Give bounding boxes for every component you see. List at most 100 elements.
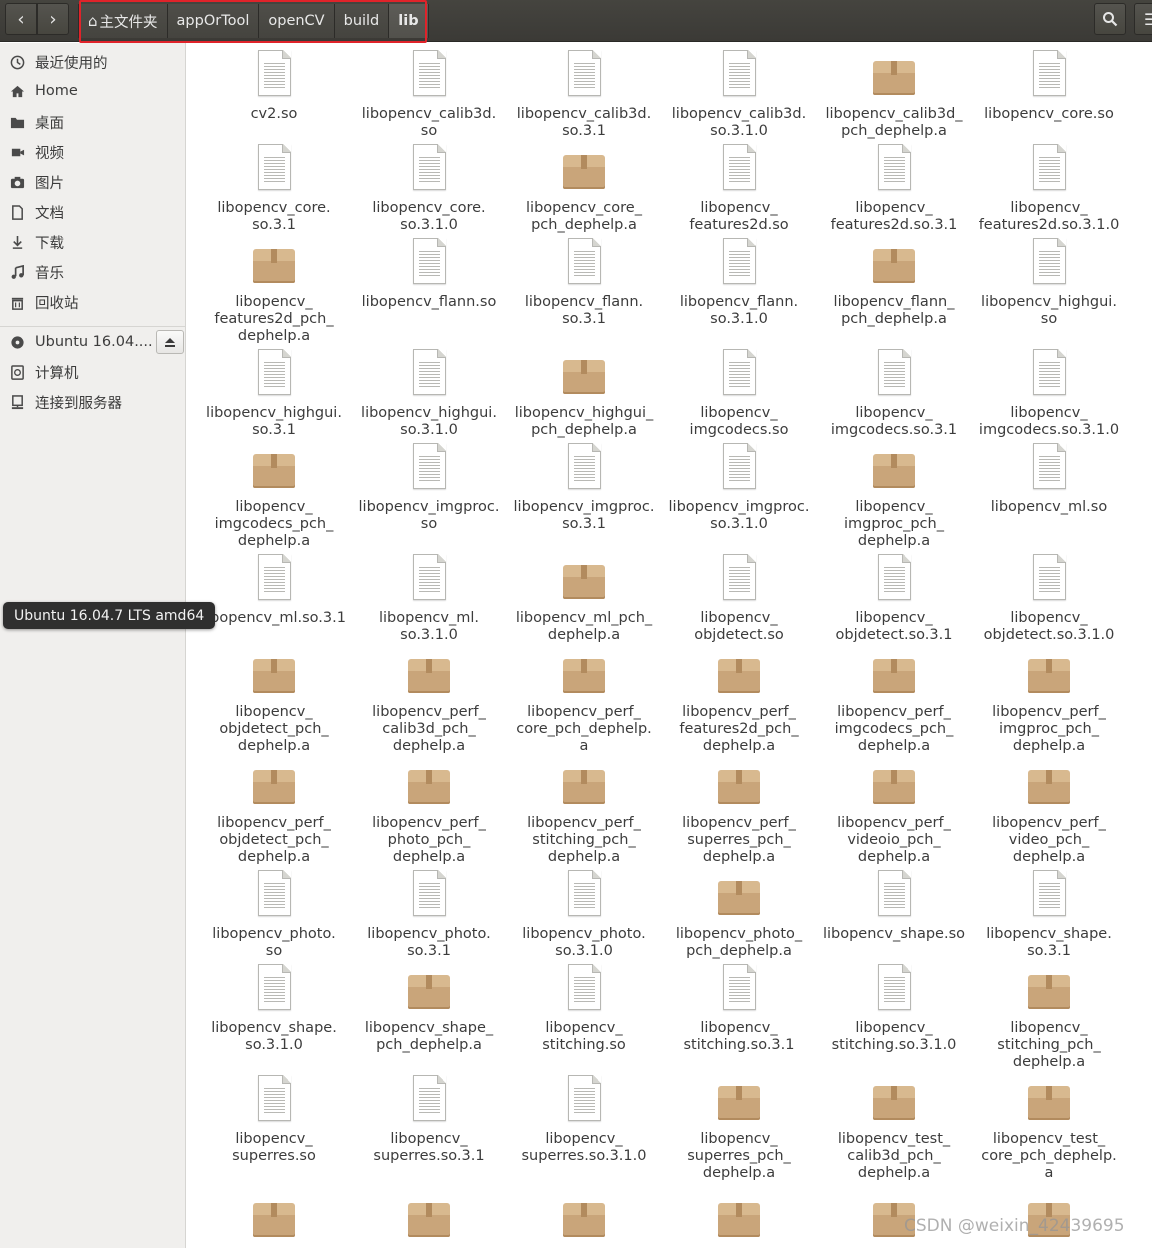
sidebar-item-home[interactable]: Home (0, 76, 185, 106)
file-name: libopencv_ imgcodecs.so (689, 405, 789, 438)
forward-button[interactable]: › (37, 3, 69, 35)
file-name: libopencv_test_ core_pch_dephelp. a (981, 1131, 1117, 1181)
breadcrumb-label: 主文件夹 (99, 14, 158, 31)
text-document-icon (717, 237, 761, 287)
file-name: libopencv_perf_ photo_pch_ dephelp.a (372, 815, 486, 865)
archive-package-icon (562, 1191, 606, 1241)
file-name: libopencv_ml.so.3.1 (202, 610, 346, 626)
sidebar-item-pictures[interactable]: 图片 (0, 167, 185, 197)
sidebar: 最近使用的 Home 桌面 视频 图片 文档 下载 音乐 回收站 Ubuntu … (0, 43, 186, 1248)
text-document-icon (407, 553, 451, 603)
file-name: libopencv_ superres.so.3.1.0 (521, 1131, 647, 1164)
file-name: libopencv_perf_ features2d_pch_ dephelp.… (679, 704, 799, 754)
text-document-icon (1027, 237, 1071, 287)
file-name: cv2.so (250, 106, 298, 122)
back-button[interactable]: ‹ (5, 3, 37, 35)
file-name: libopencv_core_ pch_dephelp.a (526, 200, 642, 233)
archive-package-icon (1027, 963, 1071, 1013)
archive-package-icon (717, 758, 761, 808)
archive-package-icon (717, 647, 761, 697)
recent-icon (9, 54, 25, 70)
sidebar-item-desktop[interactable]: 桌面 (0, 107, 185, 137)
file-name: libopencv_flann. so.3.1 (524, 294, 644, 327)
text-document-icon (562, 869, 606, 919)
eject-button[interactable] (156, 330, 184, 354)
file-name: libopencv_calib3d. so (361, 106, 497, 139)
sidebar-item-recent[interactable]: 最近使用的 (0, 47, 185, 77)
sidebar-item-label: 视频 (35, 145, 64, 162)
file-name: libopencv_perf_ superres_pch_ dephelp.a (682, 815, 796, 865)
archive-package-icon (252, 647, 296, 697)
text-document-icon (717, 143, 761, 193)
text-document-icon (562, 237, 606, 287)
text-document-icon (562, 442, 606, 492)
file-name: libopencv_core.so (984, 106, 1114, 122)
tooltip: Ubuntu 16.04.7 LTS amd64 (3, 602, 216, 629)
file-name: libopencv_ imgcodecs.so.3.1.0 (978, 405, 1120, 438)
sidebar-item-label: 最近使用的 (35, 55, 108, 72)
file-name: libopencv_shape. so.3.1 (986, 926, 1112, 959)
text-document-icon (562, 1074, 606, 1124)
archive-package-icon (717, 1074, 761, 1124)
desktop-folder-icon (9, 114, 25, 130)
file-name: libopencv_core. so.3.1.0 (372, 200, 486, 233)
archive-package-icon (407, 1191, 451, 1241)
breadcrumb-build[interactable]: build (334, 4, 390, 38)
sidebar-item-label: 图片 (35, 175, 64, 192)
sidebar-item-videos[interactable]: 视频 (0, 137, 185, 167)
text-document-icon (562, 963, 606, 1013)
file-name: libopencv_flann_ pch_dephelp.a (833, 294, 955, 327)
file-name: libopencv_ml_pch_ dephelp.a (515, 610, 653, 643)
file-name: libopencv_shape.so (822, 926, 966, 942)
file-name: libopencv_test_ calib3d_pch_ dephelp.a (837, 1131, 951, 1181)
archive-package-icon (562, 143, 606, 193)
text-document-icon (1027, 869, 1071, 919)
sidebar-item-label: 桌面 (35, 115, 64, 132)
text-document-icon (407, 1074, 451, 1124)
breadcrumb-opencv[interactable]: openCV (259, 4, 335, 38)
sidebar-item-connect-server[interactable]: 连接到服务器 (0, 387, 185, 417)
view-menu-button[interactable]: ☰ (1134, 3, 1152, 35)
file-name: libopencv_ stitching.so.3.1.0 (831, 1020, 957, 1053)
sidebar-item-label: Ubuntu 16.04.... (35, 334, 153, 350)
sidebar-item-label: 计算机 (35, 365, 79, 382)
breadcrumb-home[interactable]: ⌂ 主文件夹 (78, 4, 168, 38)
sidebar-item-documents[interactable]: 文档 (0, 197, 185, 227)
text-document-icon (1027, 49, 1071, 99)
file-name: libopencv_ stitching.so (542, 1020, 626, 1053)
archive-package-icon (252, 237, 296, 287)
file-name: libopencv_ imgcodecs.so.3.1 (830, 405, 958, 438)
text-document-icon (717, 49, 761, 99)
sidebar-item-music[interactable]: 音乐 (0, 257, 185, 287)
sidebar-item-trash[interactable]: 回收站 (0, 287, 185, 317)
music-icon (9, 264, 25, 280)
sidebar-item-downloads[interactable]: 下载 (0, 227, 185, 257)
file-name: libopencv_perf_ calib3d_pch_ dephelp.a (372, 704, 486, 754)
breadcrumb-apportool[interactable]: appOrTool (167, 4, 260, 38)
sidebar-item-computer[interactable]: 计算机 (0, 357, 185, 387)
text-document-icon (407, 237, 451, 287)
text-document-icon (407, 143, 451, 193)
archive-package-icon (717, 1191, 761, 1241)
text-document-icon (407, 869, 451, 919)
text-document-icon (1027, 553, 1071, 603)
file-name: libopencv_perf_ objdetect_pch_ dephelp.a (217, 815, 331, 865)
text-document-icon (252, 963, 296, 1013)
breadcrumb-label: lib (398, 13, 419, 29)
file-name: libopencv_highgui. so.3.1.0 (361, 405, 497, 438)
document-icon (9, 204, 25, 220)
text-document-icon (407, 49, 451, 99)
text-document-icon (252, 869, 296, 919)
file-name: libopencv_ superres.so (232, 1131, 316, 1164)
breadcrumb-lib[interactable]: lib (389, 4, 429, 38)
trash-icon (9, 294, 25, 310)
file-name: libopencv_perf_ imgproc_pch_ dephelp.a (992, 704, 1106, 754)
text-document-icon (407, 348, 451, 398)
archive-package-icon (562, 553, 606, 603)
file-name: libopencv_ml. so.3.1.0 (378, 610, 479, 643)
text-document-icon (872, 553, 916, 603)
file-name: libopencv_photo. so.3.1.0 (522, 926, 646, 959)
file-name: libopencv_ features2d.so.3.1.0 (978, 200, 1120, 233)
home-icon (9, 83, 25, 99)
search-button[interactable] (1094, 3, 1126, 35)
